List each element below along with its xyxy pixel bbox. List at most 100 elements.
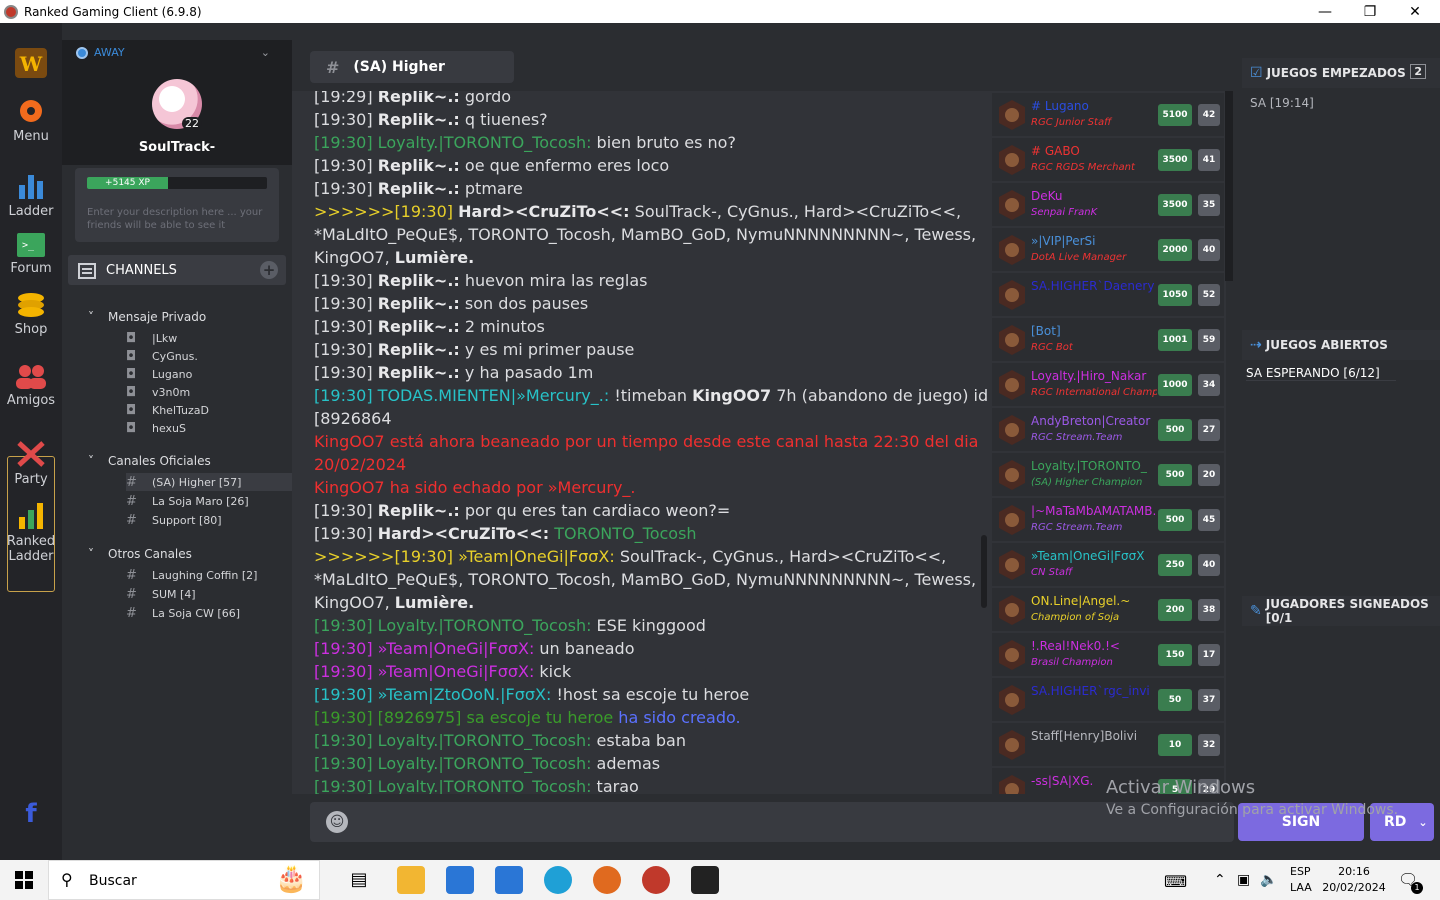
chat-scrollbar[interactable] [981, 535, 987, 608]
keyboard-layout[interactable]: LAA [1290, 881, 1312, 894]
private-message-item[interactable]: ◘ v3n0m [126, 383, 190, 401]
chat-segment: [19:30] »Team|OneGi|FσσX: [314, 662, 535, 681]
keyboard-icon[interactable]: ⌨ [1164, 872, 1187, 891]
user-name: [Bot] [1031, 324, 1061, 338]
chat-segment: [19:30] [314, 340, 378, 359]
task-view-icon[interactable]: ▤ [345, 866, 373, 894]
add-channel-button[interactable]: + [260, 261, 278, 279]
user-title: Senpai FranK [1031, 207, 1098, 218]
network-icon[interactable]: ▣ [1237, 872, 1250, 888]
channel-item[interactable]: # La Soja Maro [26] [126, 492, 249, 510]
language-indicator[interactable]: ESP [1290, 865, 1311, 878]
user-list-row[interactable]: Staff[Henry]Bolivi 10 32 [992, 723, 1224, 766]
channel-item-label: Laughing Coffin [2] [152, 568, 258, 582]
clock-date[interactable]: 20/02/2024 [1322, 881, 1386, 894]
channel-group-2[interactable]: ˅ Otros Canales [88, 547, 192, 561]
chat-segment: ademas [591, 754, 661, 773]
description-field[interactable]: Enter your description here ... your fri… [87, 206, 272, 232]
status-selector[interactable]: AWAY [76, 46, 125, 59]
user-list-row[interactable]: Loyalty.|TORONTO_ (SA) Higher Champion 500… [992, 453, 1224, 496]
chat-segment: estaba ban [591, 731, 686, 750]
chat-segment: bien bruto es no? [591, 133, 736, 152]
minimize-button[interactable]: — [1302, 0, 1348, 23]
menu-button[interactable]: Menu [0, 96, 62, 144]
user-list-row[interactable]: SA.HIGHER`rgc_invi 50 37 [992, 678, 1224, 721]
channel-item[interactable]: # Laughing Coffin [2] [126, 566, 258, 584]
shop-button[interactable]: Shop [0, 291, 62, 337]
signed-players-title: JUGADORES SIGNEADOS [0/1 [1265, 597, 1429, 625]
chevron-up-icon[interactable]: ⌃ [1214, 872, 1226, 888]
user-level-badge: 41 [1198, 149, 1220, 171]
user-list-row[interactable]: # GABO RGC RGDS Merchant 3500 41 [992, 138, 1224, 181]
amigos-button[interactable]: Amigos [0, 364, 62, 408]
game-logo-icon[interactable]: W [0, 47, 62, 82]
ranked-ladder-button[interactable]: Ranked Ladder [0, 501, 62, 564]
start-icon[interactable] [15, 871, 33, 889]
channel-group-0[interactable]: ˅ Mensaje Privado [88, 310, 206, 324]
user-list-row[interactable]: AndyBreton|Creator RGC Stream.Team 500 27 [992, 408, 1224, 451]
warcraft-taskbar-icon[interactable] [691, 866, 719, 894]
close-button[interactable]: ✕ [1392, 0, 1438, 23]
ladder-button[interactable]: Ladder [0, 171, 62, 219]
user-list-row[interactable]: [Bot] RGC Bot 1001 59 [992, 318, 1224, 361]
message-input[interactable]: ☺ [310, 802, 1234, 842]
chat-message: *MaLdItO_PeQuE$, TORONTO_Tocosh, MamBO_G… [314, 568, 976, 591]
private-message-item[interactable]: ◘ hexuS [126, 419, 186, 437]
user-level-badge: 40 [1198, 239, 1220, 261]
private-message-item[interactable]: ◘ CyGnus. [126, 347, 198, 365]
channel-item[interactable]: # La Soja CW [66] [126, 604, 240, 622]
user-list-row[interactable]: ON.Line|Angel.~ Champion of Soja 200 38 [992, 588, 1224, 631]
rgc-taskbar-icon[interactable] [642, 866, 670, 894]
chat-segment: [19:30] [314, 363, 378, 382]
user-list-row[interactable]: |~MaTaMbAMATAMB. RGC Stream.Team 500 45 [992, 498, 1224, 541]
user-list-row[interactable]: # Lugano RGC Junior Staff 5100 42 [992, 93, 1224, 136]
app-icon [4, 4, 18, 19]
title-bar: Ranked Gaming Client (6.9.8) — ❐ ✕ [0, 0, 1440, 23]
store-icon[interactable] [446, 866, 474, 894]
rank-emblem-icon [999, 190, 1025, 220]
chat-segment: [19:30] [314, 501, 378, 520]
chevron-down-icon[interactable]: ⌄ [261, 46, 270, 59]
user-level-badge: 32 [1198, 734, 1220, 756]
user-list-row[interactable]: Loyalty.|Hiro_Nakar RGC International Cha… [992, 363, 1224, 406]
user-level-badge: 52 [1198, 284, 1220, 306]
firefox-icon[interactable] [593, 866, 621, 894]
started-game-item[interactable]: SA [19:14] [1250, 96, 1314, 110]
private-message-item[interactable]: ◘ Lugano [126, 365, 192, 383]
volume-icon[interactable]: 🔈 [1260, 872, 1277, 888]
user-title: RGC International Champi [1031, 387, 1157, 398]
facebook-icon[interactable]: f [0, 799, 62, 829]
user-list-row[interactable]: SA.HIGHER`Daenery 1050 52 [992, 273, 1224, 316]
channel-group-1[interactable]: ˅ Canales Oficiales [88, 454, 211, 468]
xp-bar: +5145 XP [87, 177, 267, 189]
windows-taskbar: ⚲ Buscar 🎂 ▤ ⌨ ⌃ ▣ 🔈 ESP LAA 20:16 20/02… [0, 860, 1440, 900]
taskbar-search[interactable]: ⚲ Buscar 🎂 [48, 860, 320, 900]
party-button[interactable]: Party [0, 439, 62, 487]
edge-icon[interactable] [544, 866, 572, 894]
clock-time[interactable]: 20:16 [1322, 865, 1386, 878]
chat-message: KingOO7, Lumière. [314, 246, 474, 269]
file-explorer-icon[interactable] [397, 866, 425, 894]
chat-segment: Lumière. [394, 593, 475, 612]
user-name: Staff[Henry]Bolivi [1031, 729, 1138, 743]
started-count-badge: 2 [1410, 64, 1426, 79]
user-name: Loyalty.|Hiro_Nakar [1031, 369, 1147, 383]
channel-item[interactable]: # Support [80] [126, 511, 222, 529]
open-game-item[interactable]: SA ESPERANDO [6/12] [1246, 366, 1396, 381]
user-list-row[interactable]: DeKu Senpai FranK 3500 35 [992, 183, 1224, 226]
restore-button[interactable]: ❐ [1347, 0, 1393, 23]
mail-icon[interactable] [495, 866, 523, 894]
user-title: RGC Stream.Team [1031, 522, 1123, 533]
user-list-row[interactable]: »Team|OneGi|FσσX CN Staff 250 40 [992, 543, 1224, 586]
user-list-row[interactable]: »|VIP|PerSi DotA Live Manager 2000 40 [992, 228, 1224, 271]
tab-sa-higher[interactable]: # (SA) Higher [310, 51, 514, 83]
private-message-item[interactable]: ◘ KhelTuzaD [126, 401, 209, 419]
forum-button[interactable]: >_ Forum [0, 232, 62, 276]
user-list-row[interactable]: !.Real!Nek0.!< Brasil Champion 150 17 [992, 633, 1224, 676]
chat-segment: huevon mira las reglas [459, 271, 648, 290]
private-message-item[interactable]: ◘ |Lkw [126, 329, 177, 347]
user-list-scrollbar[interactable] [1225, 91, 1233, 281]
chat-segment: [19:30] »Team|OneGi|FσσX: [314, 639, 535, 658]
emoji-icon[interactable]: ☺ [326, 811, 348, 833]
channel-item[interactable]: # SUM [4] [126, 585, 196, 603]
